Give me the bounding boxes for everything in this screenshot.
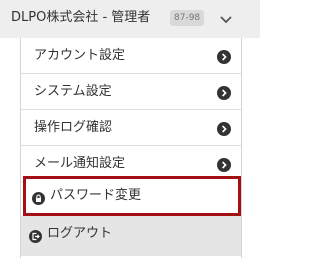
- menu-item-logout[interactable]: ログアウト: [21, 216, 241, 256]
- menu-item-label: パスワード変更: [50, 188, 142, 203]
- chevron-right-circle-icon: [217, 157, 231, 172]
- account-header[interactable]: DLPO株式会社 - 管理者 87-98: [0, 0, 260, 38]
- lock-icon: [32, 190, 45, 205]
- chevron-right-circle-icon: [217, 121, 231, 136]
- logout-icon: [29, 228, 42, 243]
- menu-item-label: アカウント設定: [34, 48, 126, 63]
- account-id-badge: 87-98: [170, 10, 205, 26]
- chevron-right-circle-icon: [217, 49, 231, 64]
- account-name: DLPO株式会社 - 管理者: [11, 10, 151, 25]
- menu-item-operation-log[interactable]: 操作ログ確認: [21, 110, 241, 146]
- menu-item-label: メール通知設定: [34, 156, 126, 171]
- chevron-right-circle-icon: [217, 85, 231, 100]
- menu-item-label: システム設定: [34, 84, 112, 99]
- menu-item-account-settings[interactable]: アカウント設定: [21, 38, 241, 74]
- menu-item-label: 操作ログ確認: [34, 120, 113, 135]
- account-dropdown-menu: アカウント設定 システム設定 操作ログ確認 メール通知設定 パスワード変更 ログ…: [20, 38, 242, 258]
- menu-item-system-settings[interactable]: システム設定: [21, 74, 241, 110]
- chevron-down-icon[interactable]: [215, 8, 237, 30]
- menu-item-change-password[interactable]: パスワード変更: [23, 176, 241, 216]
- menu-item-label: ログアウト: [47, 226, 113, 241]
